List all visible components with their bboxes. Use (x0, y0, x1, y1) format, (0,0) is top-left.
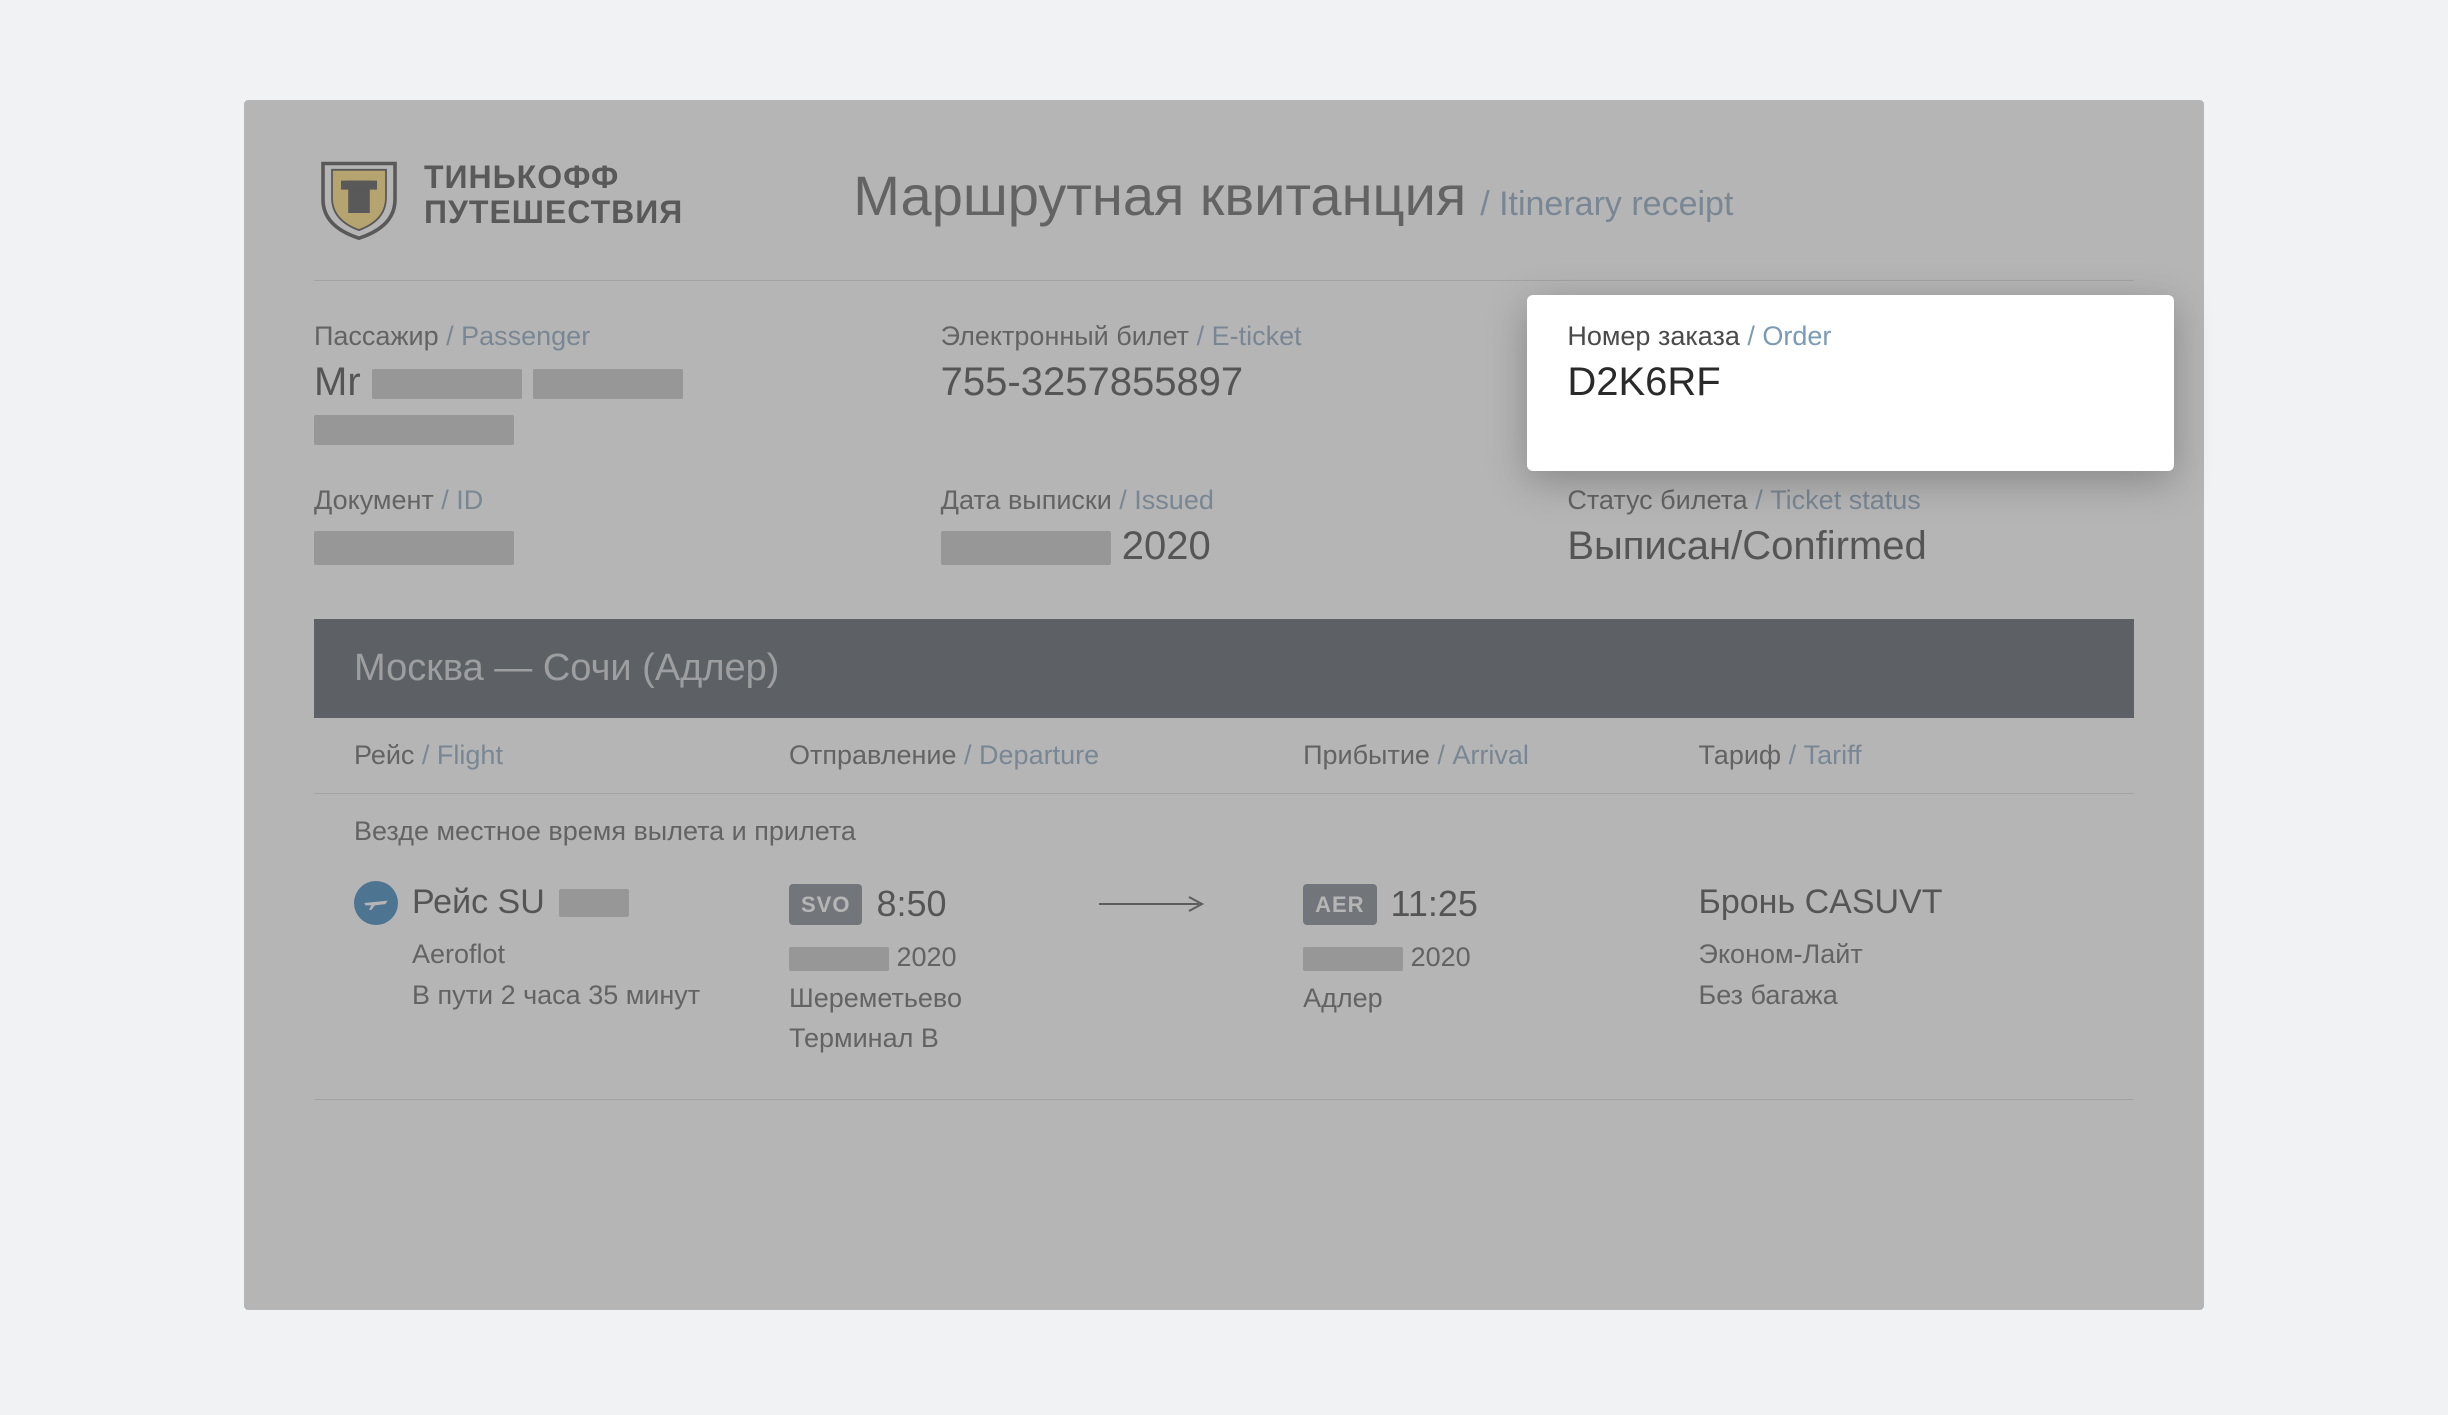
order-value: D2K6RF (1567, 360, 2134, 405)
passenger-label-en: / Passenger (446, 321, 590, 351)
eticket-label-en: / E-ticket (1197, 321, 1302, 351)
issued-field: Дата выписки / Issued 2020 (941, 485, 1508, 569)
route-bar: Москва — Сочи (Адлер) (314, 619, 2134, 718)
dep-airport-code: SVO (789, 884, 862, 925)
title-en: / Itinerary receipt (1480, 185, 1733, 224)
info-grid: Пассажир / Passenger Mr Электронный биле… (314, 321, 2134, 569)
page-title: Маршрутная квитанция / Itinerary receipt (853, 163, 1733, 228)
eticket-label-ru: Электронный билет (941, 321, 1197, 351)
order-field: Номер заказа / Order D2K6RF (1567, 321, 2134, 445)
arrow-icon (1099, 885, 1209, 926)
redacted-name-3 (314, 415, 514, 445)
local-time-notice: Везде местное время вылета и прилета (314, 794, 2134, 857)
order-label-ru: Номер заказа (1567, 321, 1747, 351)
eticket-value: 755-3257855897 (941, 360, 1508, 405)
issued-label-en: / Issued (1119, 485, 1214, 515)
col-arrival: Прибытие / Arrival (1303, 740, 1698, 771)
departure-info: SVO 8:50 2020 Шереметьево Терминал B (789, 877, 1303, 1059)
dep-time: 8:50 (876, 877, 946, 931)
passenger-label-ru: Пассажир (314, 321, 446, 351)
aeroflot-icon (354, 881, 398, 925)
arr-airport-code: AER (1303, 884, 1376, 925)
column-headers: Рейс / Flight Отправление / Departure Пр… (314, 718, 2134, 794)
dep-terminal: Терминал B (789, 1018, 1303, 1059)
issued-label-ru: Дата выписки (941, 485, 1120, 515)
flight-body: Везде местное время вылета и прилета Рей… (314, 794, 2134, 1100)
title-ru: Маршрутная квитанция (853, 163, 1466, 228)
eticket-field: Электронный билет / E-ticket 755-3257855… (941, 321, 1508, 445)
redacted-document (314, 531, 514, 565)
dep-year: 2020 (889, 942, 957, 972)
receipt-header: ТИНЬКОФФ ПУТЕШЕСТВИЯ Маршрутная квитанци… (314, 150, 2134, 281)
brand-line1: ТИНЬКОФФ (424, 160, 683, 195)
airline-name: Aeroflot (412, 934, 789, 975)
redacted-name-1 (372, 369, 522, 399)
redacted-arr-date (1303, 947, 1403, 971)
brand-logo: ТИНЬКОФФ ПУТЕШЕСТВИЯ (314, 150, 683, 240)
document-label-en: / ID (441, 485, 483, 515)
status-value: Выписан/Confirmed (1567, 524, 2134, 569)
brand-text: ТИНЬКОФФ ПУТЕШЕСТВИЯ (424, 160, 683, 230)
redacted-name-2 (533, 369, 683, 399)
dep-airport: Шереметьево (789, 978, 1303, 1019)
col-flight: Рейс / Flight (354, 740, 789, 771)
itinerary-receipt: ТИНЬКОФФ ПУТЕШЕСТВИЯ Маршрутная квитанци… (244, 100, 2204, 1310)
arr-time: 11:25 (1391, 877, 1478, 931)
document-label-ru: Документ (314, 485, 441, 515)
brand-line2: ПУТЕШЕСТВИЯ (424, 195, 683, 230)
status-label-ru: Статус билета (1567, 485, 1755, 515)
passenger-field: Пассажир / Passenger Mr (314, 321, 881, 445)
flight-duration: В пути 2 часа 35 минут (412, 975, 789, 1016)
redacted-flight-number (559, 889, 629, 917)
arr-airport: Адлер (1303, 978, 1698, 1019)
redacted-issued-date (941, 531, 1111, 565)
fare-class: Эконом-Лайт (1699, 934, 2094, 975)
order-label-en: / Order (1747, 321, 1831, 351)
flight-number-prefix: Рейс SU (412, 877, 545, 928)
tinkoff-shield-icon (314, 150, 404, 240)
flight-row: Рейс SU Aeroflot В пути 2 часа 35 минут … (314, 857, 2134, 1099)
arr-year: 2020 (1403, 942, 1471, 972)
passenger-title: Mr (314, 360, 361, 404)
tariff-info: Бронь CASUVT Эконом-Лайт Без багажа (1699, 877, 2094, 1059)
flight-info: Рейс SU Aeroflot В пути 2 часа 35 минут (354, 877, 789, 1059)
arrival-info: AER 11:25 2020 Адлер (1303, 877, 1698, 1059)
document-frame: ТИНЬКОФФ ПУТЕШЕСТВИЯ Маршрутная квитанци… (44, 40, 2404, 1370)
redacted-dep-date (789, 947, 889, 971)
status-field: Статус билета / Ticket status Выписан/Co… (1567, 485, 2134, 569)
status-label-en: / Ticket status (1755, 485, 1921, 515)
baggage: Без багажа (1699, 975, 2094, 1016)
document-field: Документ / ID (314, 485, 881, 569)
col-departure: Отправление / Departure (789, 740, 1303, 771)
col-tariff: Тариф / Tariff (1699, 740, 2094, 771)
issued-year: 2020 (1111, 524, 1211, 568)
booking-code: Бронь CASUVT (1699, 877, 2094, 928)
